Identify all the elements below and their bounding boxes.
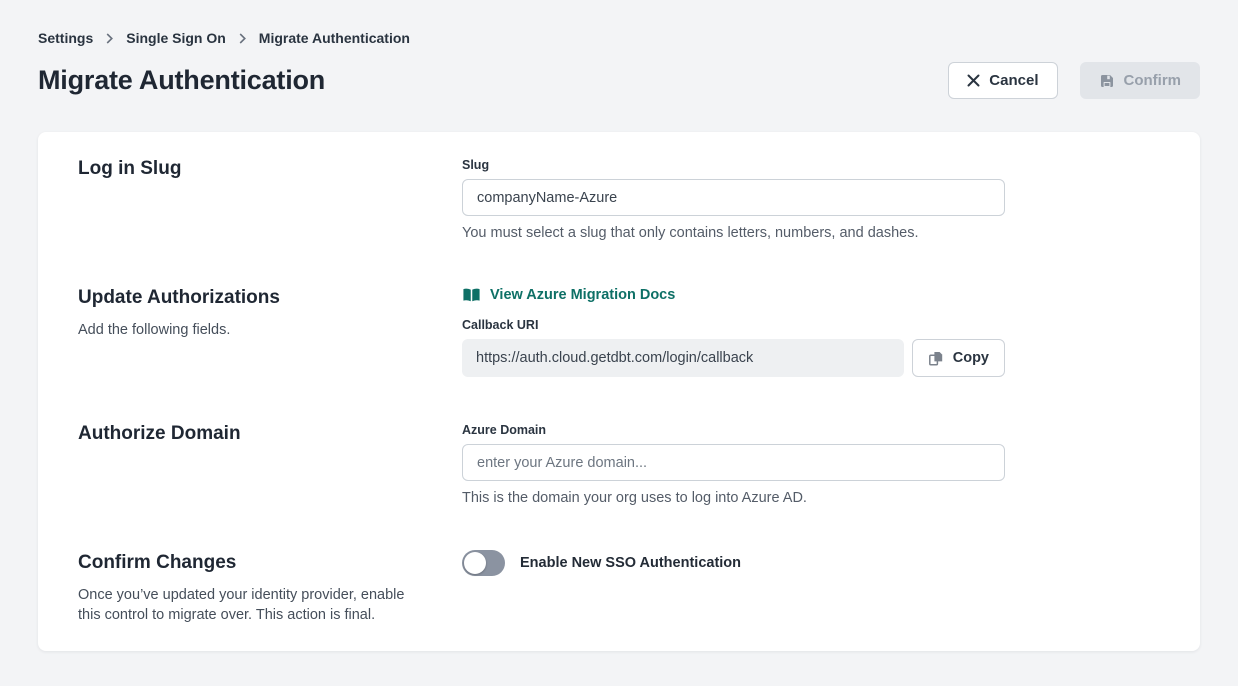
header-actions: Cancel Confirm — [948, 62, 1200, 99]
confirm-button[interactable]: Confirm — [1080, 62, 1201, 99]
docs-link-label: View Azure Migration Docs — [490, 287, 675, 303]
azure-domain-input[interactable] — [462, 444, 1005, 481]
settings-card: Log in Slug Slug You must select a slug … — [38, 132, 1200, 651]
azure-migration-docs-link[interactable]: View Azure Migration Docs — [462, 287, 675, 303]
breadcrumb-migrate-authentication: Migrate Authentication — [259, 30, 410, 46]
page-header: Settings Single Sign On Migrate Authenti… — [0, 0, 1238, 99]
breadcrumb: Settings Single Sign On Migrate Authenti… — [38, 30, 1200, 46]
azure-domain-helper-text: This is the domain your org uses to log … — [462, 490, 1005, 506]
section-description: Add the following fields. — [78, 320, 418, 340]
azure-domain-label: Azure Domain — [462, 423, 1005, 437]
slug-helper-text: You must select a slug that only contain… — [462, 225, 1005, 241]
callback-uri-label: Callback URI — [462, 318, 1005, 332]
section-heading: Confirm Changes — [78, 552, 462, 574]
section-confirm-changes: Confirm Changes Once you’ve updated your… — [78, 552, 1160, 625]
cancel-button-label: Cancel — [989, 72, 1038, 89]
section-authorize-domain: Authorize Domain Azure Domain This is th… — [78, 423, 1160, 506]
enable-sso-toggle-label: Enable New SSO Authentication — [520, 555, 741, 571]
copy-button-label: Copy — [953, 350, 989, 366]
copy-button[interactable]: Copy — [912, 339, 1005, 377]
enable-sso-toggle[interactable] — [462, 550, 505, 576]
section-update-authorizations: Update Authorizations Add the following … — [78, 287, 1160, 377]
cancel-button[interactable]: Cancel — [948, 62, 1057, 99]
toggle-knob — [464, 552, 486, 574]
close-icon — [967, 74, 980, 87]
confirm-button-label: Confirm — [1124, 72, 1182, 89]
section-heading: Log in Slug — [78, 158, 462, 180]
chevron-right-icon — [239, 33, 246, 44]
copy-icon — [928, 350, 944, 367]
breadcrumb-settings[interactable]: Settings — [38, 30, 93, 46]
section-heading: Update Authorizations — [78, 287, 462, 309]
callback-uri-value[interactable] — [462, 339, 904, 377]
save-icon — [1099, 73, 1115, 89]
slug-field-label: Slug — [462, 158, 1005, 172]
section-heading: Authorize Domain — [78, 423, 462, 445]
slug-input[interactable] — [462, 179, 1005, 216]
breadcrumb-single-sign-on[interactable]: Single Sign On — [126, 30, 226, 46]
page-title: Migrate Authentication — [38, 65, 325, 96]
section-login-slug: Log in Slug Slug You must select a slug … — [78, 158, 1160, 241]
chevron-right-icon — [106, 33, 113, 44]
book-icon — [462, 287, 481, 303]
section-description: Once you’ve updated your identity provid… — [78, 585, 418, 625]
